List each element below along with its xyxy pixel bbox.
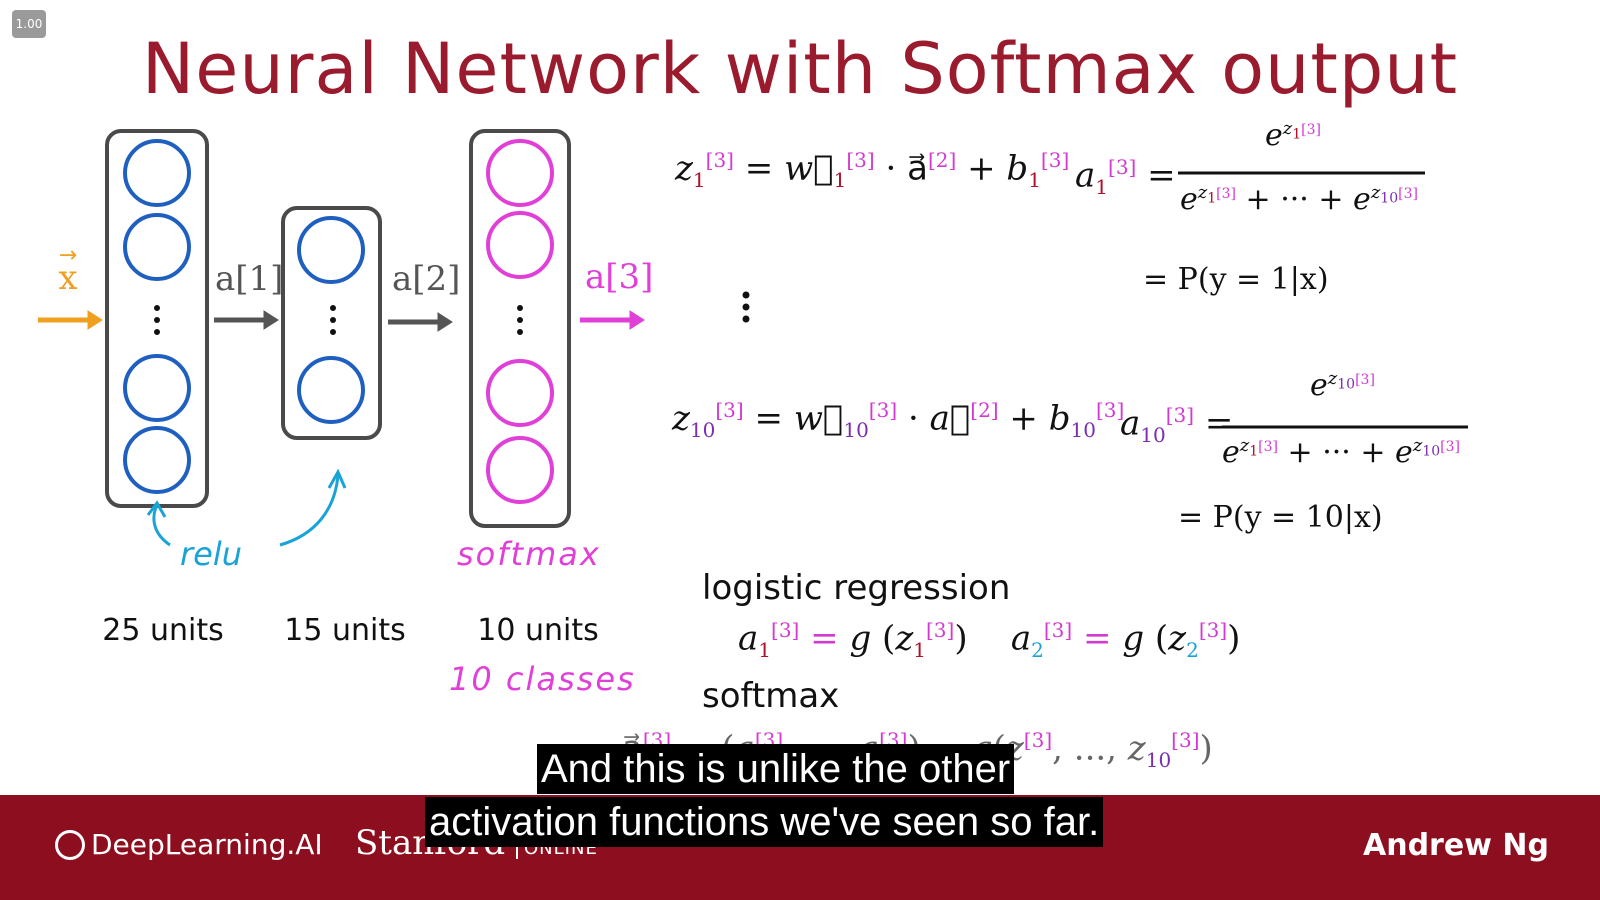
caption-line-1: And this is unlike the other <box>537 744 1015 794</box>
classes-note: 10 classes <box>449 660 636 698</box>
layer1-unit <box>123 213 191 281</box>
equation-z10: z10[3] = w⃗10[3] · a⃗[2] + b10[3] <box>672 398 1125 443</box>
layer1-unit <box>123 139 191 207</box>
input-arrow <box>38 310 103 330</box>
layer3-box <box>469 129 571 528</box>
layer3-unit <box>486 436 554 504</box>
equation-a10-lhs: a10[3] = <box>1120 403 1234 448</box>
layer1-units <box>123 139 191 494</box>
relu-note: relu <box>180 535 242 573</box>
layer3-unit <box>486 139 554 207</box>
equation-a1-lhs: a1[3] = <box>1075 155 1176 200</box>
equation-a1-numerator: ez1[3] <box>1265 118 1322 153</box>
presenter-name: Andrew Ng <box>1363 828 1549 863</box>
layer2-box <box>281 206 382 440</box>
layer3-ellipsis <box>517 305 523 335</box>
softmax-label: softmax <box>702 676 840 716</box>
layer3-units-label: 10 units <box>477 613 598 648</box>
layer2-unit <box>297 356 365 424</box>
arrow-a1 <box>214 310 279 330</box>
vector-arrow-icon: → <box>59 243 77 268</box>
layer1-unit <box>123 354 191 422</box>
activation-label-a1: a[1] <box>215 259 283 299</box>
arrow-a2 <box>388 312 453 332</box>
logistic-regression-label: logistic regression <box>702 568 1011 608</box>
layer3-unit <box>486 211 554 279</box>
softmax-note: softmax <box>457 535 601 573</box>
equation-a10-denominator: ez1[3] + ··· + ez10[3] <box>1222 435 1460 470</box>
layer3-unit <box>486 359 554 427</box>
layer1-units-label: 25 units <box>102 613 223 648</box>
activation-label-a2: a[2] <box>392 259 460 299</box>
equation-z1: z1[3] = w⃗1[3] · a⃗[2] + b1[3] <box>675 148 1070 193</box>
equations-ellipsis <box>742 291 750 323</box>
equation-p1: = P(y = 1|x) <box>1143 262 1329 297</box>
caption-line-2: activation functions we've seen so far. <box>425 797 1104 847</box>
activation-label-a3: a[3] <box>585 257 653 297</box>
layer1-unit <box>123 426 191 494</box>
layer2-unit <box>297 216 365 284</box>
layer2-units-label: 15 units <box>284 613 405 648</box>
output-arrow <box>580 310 645 330</box>
deeplearning-logo-icon <box>55 829 85 860</box>
layer1-ellipsis <box>154 305 160 335</box>
deeplearning-logo: DeepLearning.AI <box>55 828 323 861</box>
equation-p10: = P(y = 10|x) <box>1178 500 1383 535</box>
logistic-equations: a1[3] = g (z1[3]) a2[3] = g (z2[3]) <box>738 618 1241 663</box>
layer2-ellipsis <box>330 305 336 335</box>
equation-a10-numerator: ez10[3] <box>1310 368 1375 403</box>
equation-a1-denominator: ez1[3] + ··· + ez10[3] <box>1180 182 1418 217</box>
